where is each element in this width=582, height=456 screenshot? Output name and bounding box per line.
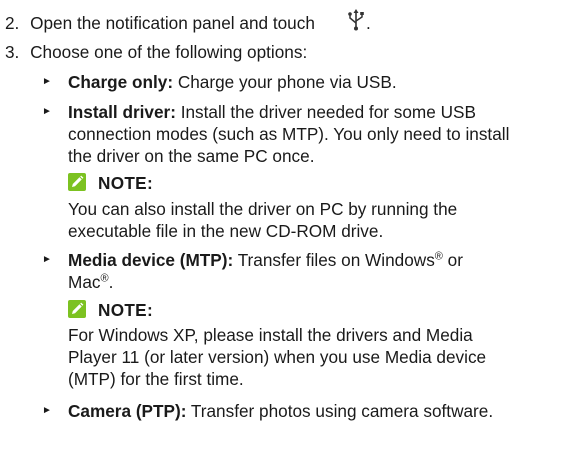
note-text-line: Player 11 (or later version) when you us… (68, 347, 487, 367)
manual-page: 2. Open the notification panel and touch… (0, 0, 582, 456)
option-media-device: Media device (MTP): Transfer files on Wi… (68, 250, 463, 270)
step-number: 2. (5, 13, 20, 33)
option-text-line: the driver on the same PC once. (68, 146, 315, 166)
option-text: . (108, 272, 114, 292)
step-text: Choose one of the following options: (30, 42, 308, 62)
pencil-icon (68, 300, 86, 318)
bullet-icon: ► (42, 254, 52, 265)
note-label: NOTE: (98, 300, 153, 320)
option-install-driver: Install driver: Install the driver neede… (68, 102, 476, 122)
note-label: NOTE: (98, 173, 153, 193)
option-label: Install driver: (68, 102, 176, 122)
pencil-icon (68, 173, 86, 191)
step-2: 2. Open the notification panel and touch (5, 13, 315, 33)
option-text: Install the driver needed for some USB (175, 102, 476, 122)
option-text: or (442, 250, 463, 270)
bullet-icon: ► (42, 76, 52, 87)
option-text: Transfer photos using camera software. (186, 401, 494, 421)
usb-icon (348, 9, 364, 31)
note-text-line: You can also install the driver on PC by… (68, 199, 458, 219)
option-label: Camera (PTP): (68, 401, 187, 421)
step-text: Open the notification panel and touch (30, 13, 315, 33)
option-text-line: Mac®. (68, 272, 113, 292)
note-text-line: (MTP) for the first time. (68, 369, 244, 389)
registered-mark: ® (100, 272, 109, 285)
option-text-line: connection modes (such as MTP). You only… (68, 124, 510, 144)
step-2-period: . (366, 13, 371, 33)
option-label: Charge only: (68, 72, 174, 92)
option-text: Mac (68, 272, 101, 292)
option-charge-only: Charge only: Charge your phone via USB. (68, 72, 397, 92)
registered-mark: ® (434, 250, 443, 263)
bullet-icon: ► (42, 405, 52, 416)
note-text-line: executable file in the new CD-ROM drive. (68, 221, 384, 241)
option-text: Charge your phone via USB. (173, 72, 397, 92)
step-number: 3. (5, 42, 20, 62)
option-camera: Camera (PTP): Transfer photos using came… (68, 401, 493, 421)
step-3: 3. Choose one of the following options: (5, 42, 307, 62)
option-label: Media device (MTP): (68, 250, 234, 270)
option-text: Transfer files on Windows (233, 250, 435, 270)
bullet-icon: ► (42, 106, 52, 117)
note-text-line: For Windows XP, please install the drive… (68, 325, 473, 345)
